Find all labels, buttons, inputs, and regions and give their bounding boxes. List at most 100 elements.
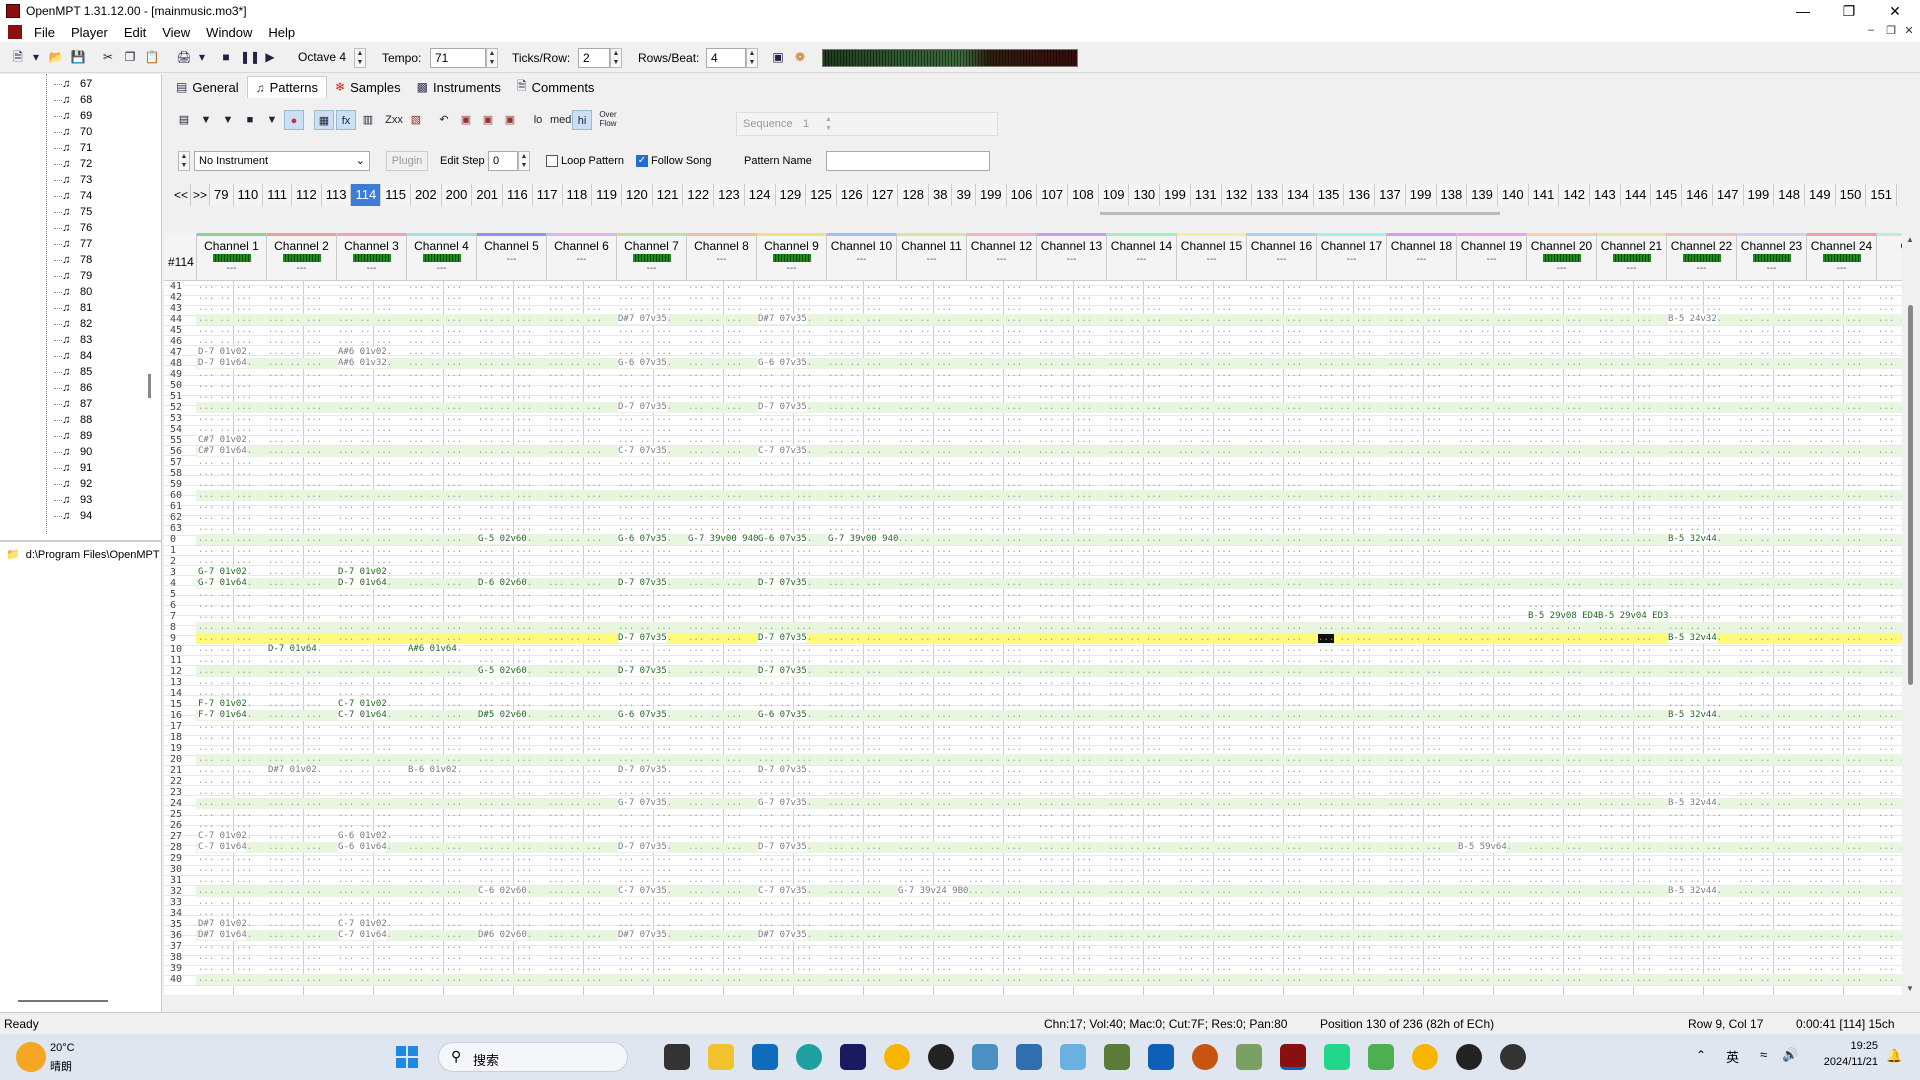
tree-item-pattern[interactable]: ♫ 85: [62, 364, 92, 380]
channel-header[interactable]: Channel 3 ---: [336, 233, 406, 281]
pattern-cell[interactable]: D-7 01v02: [338, 567, 387, 577]
save-icon[interactable]: 💾: [70, 49, 86, 65]
sequence-spinner[interactable]: ▲ ▼: [825, 115, 832, 133]
app-blue-icon[interactable]: [972, 1044, 998, 1070]
order-item[interactable]: 109: [1098, 184, 1130, 206]
order-item[interactable]: 139: [1467, 184, 1498, 206]
pattern-cell[interactable]: C-7 01v02: [198, 831, 247, 841]
pattern-cell[interactable]: G-7 39v24 9B0: [898, 886, 969, 896]
pattern-cell[interactable]: G-5 02v60: [478, 534, 527, 544]
order-item[interactable]: 136: [1344, 184, 1376, 206]
order-item[interactable]: 121: [652, 184, 684, 206]
order-item[interactable]: 116: [503, 184, 533, 206]
media-player-icon[interactable]: [1456, 1044, 1482, 1070]
menu-view[interactable]: View: [154, 25, 198, 40]
order-item[interactable]: 134: [1282, 184, 1314, 206]
order-item[interactable]: 122: [683, 184, 715, 206]
new-dropdown-icon[interactable]: ▾: [32, 49, 40, 65]
menu-window[interactable]: Window: [198, 25, 260, 40]
tree-item-pattern[interactable]: ♫ 83: [62, 332, 92, 348]
pattern-cell[interactable]: G-6 01v64: [338, 842, 387, 852]
tree-item-pattern[interactable]: ♫ 76: [62, 220, 92, 236]
channel-header[interactable]: Channel 10 ---: [826, 233, 896, 281]
order-item[interactable]: 140: [1497, 184, 1529, 206]
tree-item-pattern[interactable]: ♫ 81: [62, 300, 92, 316]
order-item[interactable]: 135: [1313, 184, 1345, 206]
pattern-cell[interactable]: D#7 01v02: [198, 919, 247, 929]
menu-player[interactable]: Player: [63, 25, 116, 40]
windows-start-icon[interactable]: [396, 1046, 418, 1068]
app-yellow-icon[interactable]: [884, 1044, 910, 1070]
order-item[interactable]: 126: [836, 184, 868, 206]
outlook-icon[interactable]: [752, 1044, 778, 1070]
order-item[interactable]: 147: [1712, 184, 1744, 206]
close-button[interactable]: ✕: [1872, 0, 1918, 22]
pattern-cell[interactable]: G-6 07v35: [618, 534, 667, 544]
zxx-macro-icon[interactable]: Zxx: [384, 110, 404, 130]
menu-help[interactable]: Help: [260, 25, 303, 40]
octave-field[interactable]: Octave 4: [294, 48, 354, 68]
pattern-cell[interactable]: G-7 01v02: [198, 567, 247, 577]
order-item[interactable]: 143: [1590, 184, 1621, 206]
tree-item-pattern[interactable]: ♫ 75: [62, 204, 92, 220]
tree-item-pattern[interactable]: ♫ 70: [62, 124, 92, 140]
order-item[interactable]: 201: [472, 184, 504, 206]
follow-song-checkbox[interactable]: ✓ Follow Song: [636, 155, 712, 168]
play-from-start-icon[interactable]: ▼: [262, 110, 282, 130]
tree-item-pattern[interactable]: ♫ 67: [62, 76, 92, 92]
order-item[interactable]: 125: [806, 184, 837, 206]
task-view-icon[interactable]: [664, 1044, 690, 1070]
channel-header[interactable]: Channel 5 ---: [476, 233, 546, 281]
pattern-cell[interactable]: B-5 32v44: [1668, 534, 1717, 544]
overflow-button[interactable]: Over Flow: [598, 110, 618, 130]
maximize-button[interactable]: ❐: [1826, 0, 1872, 22]
pattern-cell[interactable]: G-7 39v00 940: [828, 534, 899, 544]
quality-hi-button[interactable]: hi: [572, 110, 592, 130]
channel-header[interactable]: Channel 18 ---: [1386, 233, 1456, 281]
pattern-cell[interactable]: D#7 07v35: [618, 314, 667, 324]
channel-header[interactable]: Channel 13 ---: [1036, 233, 1106, 281]
app-cube-icon[interactable]: [1368, 1044, 1394, 1070]
app-p-icon[interactable]: [1148, 1044, 1174, 1070]
play-row-icon[interactable]: ▼: [218, 110, 238, 130]
channel-header[interactable]: Channel 22 ---: [1666, 233, 1736, 281]
tree-item-pattern[interactable]: ♫ 72: [62, 156, 92, 172]
pattern-cell[interactable]: G-6 07v35: [758, 710, 807, 720]
order-scrollbar[interactable]: [1100, 212, 1500, 215]
channel-header[interactable]: Channel 23 ---: [1736, 233, 1806, 281]
tree-item-pattern[interactable]: ♫ 74: [62, 188, 92, 204]
pattern-editor[interactable]: 41 42 43 44 45 46 47 48 49 50 51 52 53 54 55 56 57 58 59 60…: [164, 233, 1902, 995]
order-item[interactable]: 118: [562, 184, 593, 206]
minecraft-icon[interactable]: [1104, 1044, 1130, 1070]
edit-step-input[interactable]: 0: [488, 151, 518, 171]
tree-scroll-thumb[interactable]: [148, 374, 151, 398]
paste-icon[interactable]: 📋: [144, 49, 160, 65]
order-item[interactable]: 107: [1037, 184, 1069, 206]
notification-icon[interactable]: 🔔: [1886, 1048, 1902, 1064]
order-item[interactable]: 138: [1436, 184, 1468, 206]
pattern-cell[interactable]: G-6 07v35: [758, 534, 807, 544]
order-item[interactable]: 142: [1559, 184, 1591, 206]
channel-header[interactable]: Channel 2 ---: [266, 233, 336, 281]
order-item[interactable]: 199: [1743, 184, 1775, 206]
pattern-cell[interactable]: D#7 01v64: [198, 930, 247, 940]
vu-meters-icon[interactable]: ▦: [314, 110, 334, 130]
pattern-cell[interactable]: D#7 07v35: [758, 930, 807, 940]
firefox-icon[interactable]: [1192, 1044, 1218, 1070]
channel-header[interactable]: Channel 15 ---: [1176, 233, 1246, 281]
tree-item-pattern[interactable]: ♫ 87: [62, 396, 92, 412]
order-item[interactable]: 144: [1620, 184, 1652, 206]
order-item[interactable]: 146: [1682, 184, 1713, 206]
channel-header[interactable]: Channel 19 ---: [1456, 233, 1526, 281]
tree-item-pattern[interactable]: ♫ 82: [62, 316, 92, 332]
cloud-icon[interactable]: [1060, 1044, 1086, 1070]
order-item[interactable]: 137: [1375, 184, 1406, 206]
pattern-cell[interactable]: D-7 07v35: [618, 666, 667, 676]
pattern-cell[interactable]: B-6 01v02: [408, 765, 457, 775]
channel-header[interactable]: Channel 16 ---: [1246, 233, 1316, 281]
minimize-button[interactable]: —: [1780, 0, 1826, 22]
pattern-cell[interactable]: C#7 01v02: [198, 435, 247, 445]
pattern-cell[interactable]: D#6 02v60: [478, 930, 527, 940]
pattern-cell[interactable]: C-7 01v64: [198, 842, 247, 852]
order-item[interactable]: 199: [1160, 184, 1191, 206]
